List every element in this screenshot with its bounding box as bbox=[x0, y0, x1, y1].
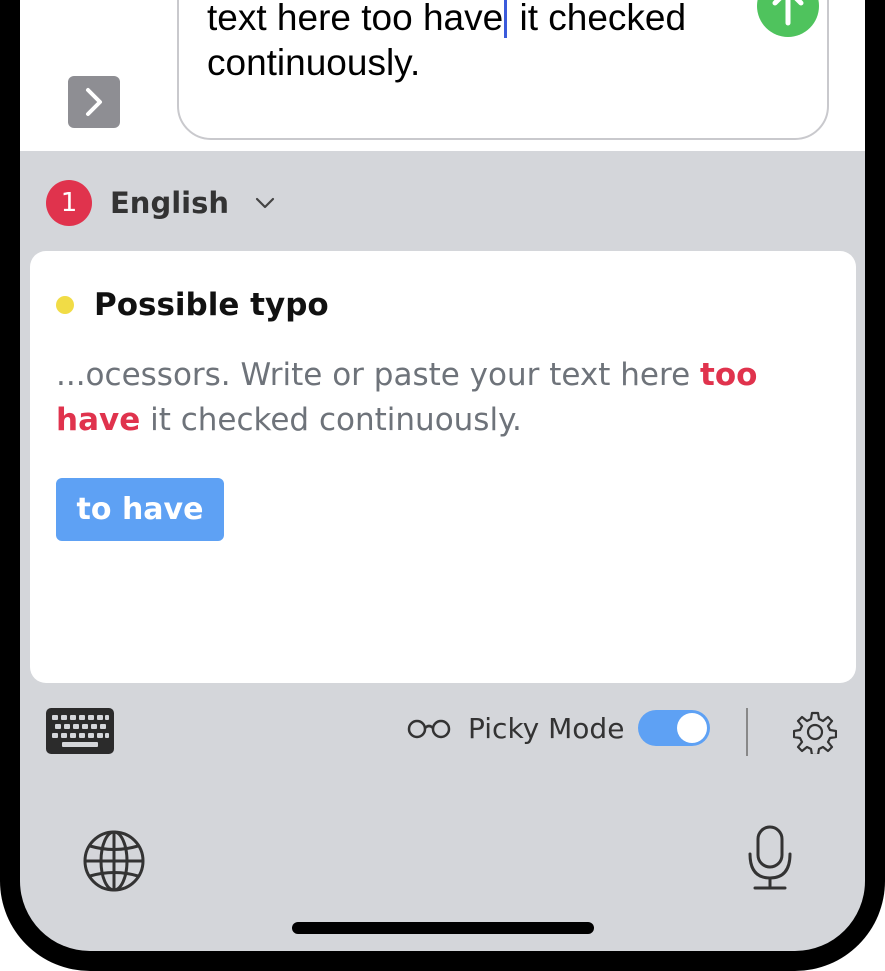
card-context-text: ...ocessors. Write or paste your text he… bbox=[56, 353, 846, 443]
picky-mode-toggle[interactable] bbox=[638, 710, 711, 746]
language-selector[interactable]: 1 English bbox=[46, 179, 275, 227]
compose-area: processors. Write or paste your text her… bbox=[20, 0, 865, 151]
globe-icon[interactable] bbox=[82, 829, 146, 893]
glasses-icon bbox=[407, 719, 451, 739]
microphone-icon[interactable] bbox=[745, 824, 795, 892]
picky-mode-group: Picky Mode bbox=[406, 710, 711, 746]
arrow-up-icon bbox=[772, 0, 804, 26]
context-after: it checked continuously. bbox=[140, 402, 522, 438]
issue-count-badge: 1 bbox=[46, 180, 92, 226]
typo-indicator-dot bbox=[56, 296, 74, 314]
chevron-right-icon bbox=[86, 88, 102, 116]
card-title: Possible typo bbox=[94, 287, 329, 323]
toolbar-divider bbox=[746, 708, 748, 756]
gear-icon[interactable] bbox=[793, 710, 837, 754]
text-input-content[interactable]: processors. Write or paste your text her… bbox=[207, 0, 727, 85]
text-input-field[interactable]: processors. Write or paste your text her… bbox=[177, 0, 829, 140]
toolbar: Picky Mode bbox=[20, 700, 865, 766]
language-label: English bbox=[110, 186, 230, 220]
expand-button[interactable] bbox=[68, 76, 120, 128]
send-button[interactable] bbox=[757, 0, 819, 37]
keyboard-icon[interactable] bbox=[46, 708, 114, 754]
phone-frame: processors. Write or paste your text her… bbox=[0, 0, 885, 971]
home-indicator[interactable] bbox=[292, 922, 594, 934]
suggestion-card: Possible typo ...ocessors. Write or past… bbox=[30, 251, 856, 683]
card-header: Possible typo bbox=[56, 287, 329, 323]
chevron-down-icon bbox=[255, 197, 275, 209]
context-before: ...ocessors. Write or paste your text he… bbox=[56, 357, 700, 393]
text-cursor bbox=[504, 0, 508, 38]
suggestion-button[interactable]: to have bbox=[56, 478, 224, 541]
picky-mode-label: Picky Mode bbox=[468, 711, 625, 745]
toggle-knob bbox=[677, 713, 708, 743]
